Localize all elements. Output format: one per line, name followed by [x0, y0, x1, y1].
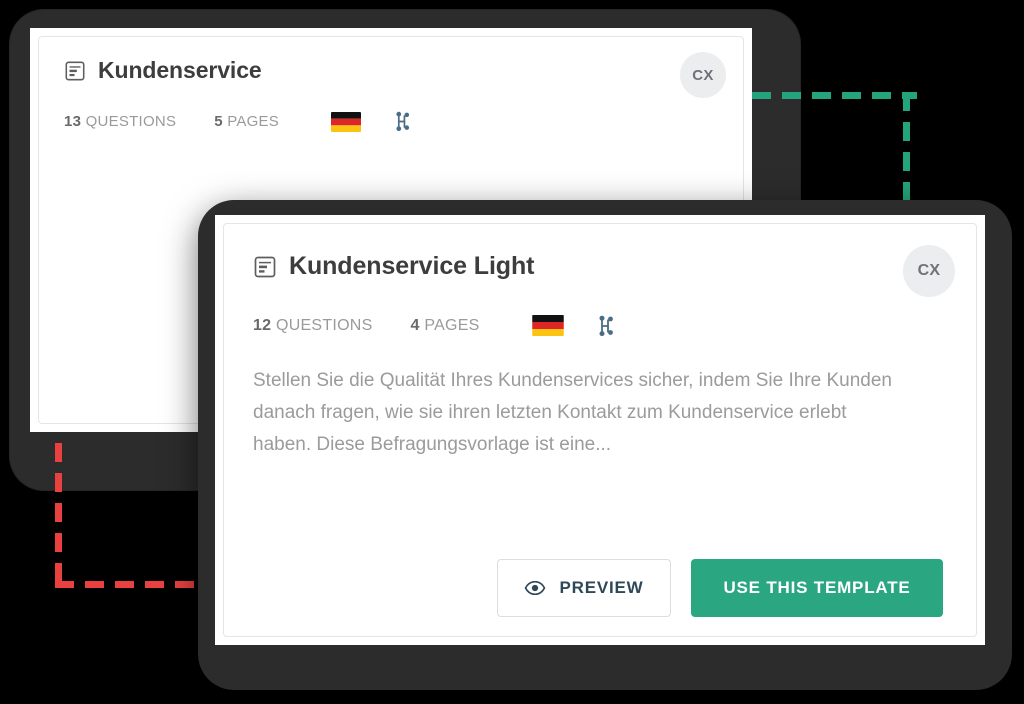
front-questions-meta: 12 QUESTIONS	[253, 317, 372, 335]
back-card-title-row: Kundenservice	[64, 57, 718, 83]
back-questions-label: QUESTIONS	[85, 113, 177, 131]
front-questions-label: QUESTIONS	[276, 316, 373, 334]
screenshot-stage: Kundenservice 13 QUESTIONS 5 PAGES CX Ku…	[0, 0, 1024, 704]
front-card-title-row: Kundenservice Light	[253, 252, 943, 281]
green-annotation-line-horizontal	[752, 92, 917, 99]
back-pages-count: 5	[214, 113, 223, 131]
use-this-template-label: USE THIS TEMPLATE	[723, 578, 911, 597]
germany-flag-icon	[331, 111, 362, 132]
front-pages-label: PAGES	[424, 316, 480, 334]
branch-logic-icon	[396, 112, 410, 132]
germany-flag-icon	[531, 315, 564, 336]
front-card-title: Kundenservice Light	[289, 252, 535, 280]
front-template-card[interactable]: Kundenservice Light 12 QUESTIONS 4 PAGES	[215, 215, 985, 645]
branch-logic-icon	[599, 315, 613, 336]
back-pages-label: PAGES	[227, 113, 280, 131]
front-card-meta-row: 12 QUESTIONS 4 PAGES	[253, 315, 943, 337]
front-pages-count: 4	[410, 316, 420, 334]
back-card-avatar: CX	[680, 52, 726, 98]
back-questions-count: 13	[64, 113, 82, 131]
use-this-template-button[interactable]: USE THIS TEMPLATE	[691, 559, 943, 617]
preview-button-label: PREVIEW	[559, 578, 644, 597]
survey-document-icon	[65, 61, 85, 81]
back-pages-meta: 5 PAGES	[214, 113, 279, 130]
front-card-actions: PREVIEW USE THIS TEMPLATE	[497, 559, 943, 617]
front-questions-count: 12	[253, 316, 272, 334]
eye-icon	[525, 581, 546, 595]
back-questions-meta: 13 QUESTIONS	[64, 113, 176, 130]
back-card-meta-row: 13 QUESTIONS 5 PAGES	[64, 111, 718, 132]
preview-button[interactable]: PREVIEW	[497, 559, 671, 617]
red-annotation-line-vertical	[55, 443, 62, 588]
front-pages-meta: 4 PAGES	[410, 317, 479, 335]
back-card-title: Kundenservice	[98, 57, 262, 83]
survey-document-icon	[254, 256, 276, 278]
front-card-description: Stellen Sie die Qualität Ihres Kundenser…	[253, 369, 892, 455]
front-card-avatar: CX	[903, 245, 955, 297]
red-annotation-line-horizontal	[55, 581, 219, 588]
green-annotation-line-vertical	[903, 92, 910, 214]
